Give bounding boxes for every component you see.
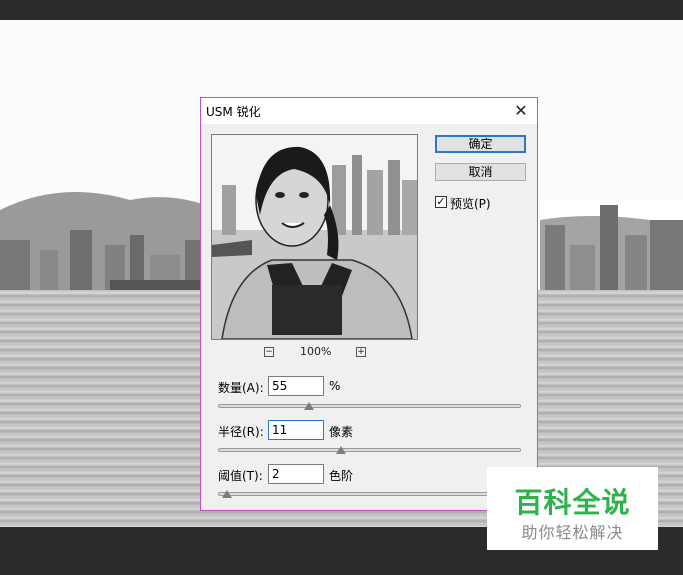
preview-label: 预览(P) [450, 197, 491, 211]
threshold-input[interactable]: 2 [268, 464, 324, 484]
radius-slider[interactable] [218, 446, 521, 454]
radius-slider-thumb[interactable] [336, 446, 347, 454]
threshold-label: 阈值(T): [218, 469, 263, 483]
preview-photo [212, 135, 417, 339]
dialog-title: USM 锐化 [206, 105, 261, 119]
zoom-in-icon[interactable]: + [356, 347, 366, 357]
threshold-slider[interactable] [218, 490, 521, 498]
zoom-out-icon[interactable]: − [264, 347, 274, 357]
radius-unit: 像素 [329, 425, 354, 439]
amount-label: 数量(A): [218, 381, 264, 395]
amount-input[interactable]: 55 [268, 376, 324, 396]
amount-slider[interactable] [218, 402, 521, 410]
watermark-title: 百科全说 [514, 486, 631, 519]
close-icon[interactable]: ✕ [511, 101, 531, 121]
threshold-slider-thumb[interactable] [221, 490, 232, 498]
threshold-unit: 色阶 [329, 469, 354, 483]
cancel-button[interactable]: 取消 [435, 163, 526, 181]
checkmark-icon[interactable]: ✓ [435, 196, 447, 208]
watermark-subtitle: 助你轻松解决 [521, 523, 624, 542]
app-top-bar [0, 0, 683, 20]
zoom-level: 100% [300, 345, 332, 358]
radius-input[interactable]: 11 [268, 420, 324, 440]
dialog-title-bar[interactable]: USM 锐化 ✕ [201, 98, 537, 124]
preview-image[interactable] [211, 134, 418, 340]
amount-slider-thumb[interactable] [303, 402, 314, 410]
amount-unit: % [329, 379, 341, 393]
ok-button[interactable]: 确定 [435, 135, 526, 153]
watermark-logo: 百科全说 助你轻松解决 [487, 467, 658, 550]
zoom-controls: − 100% + [264, 345, 374, 361]
radius-label: 半径(R): [218, 425, 264, 439]
usm-sharpen-dialog: USM 锐化 ✕ − 100% + 确定 取消 ✓ 预览(P) 数量(A): 5… [200, 97, 538, 511]
